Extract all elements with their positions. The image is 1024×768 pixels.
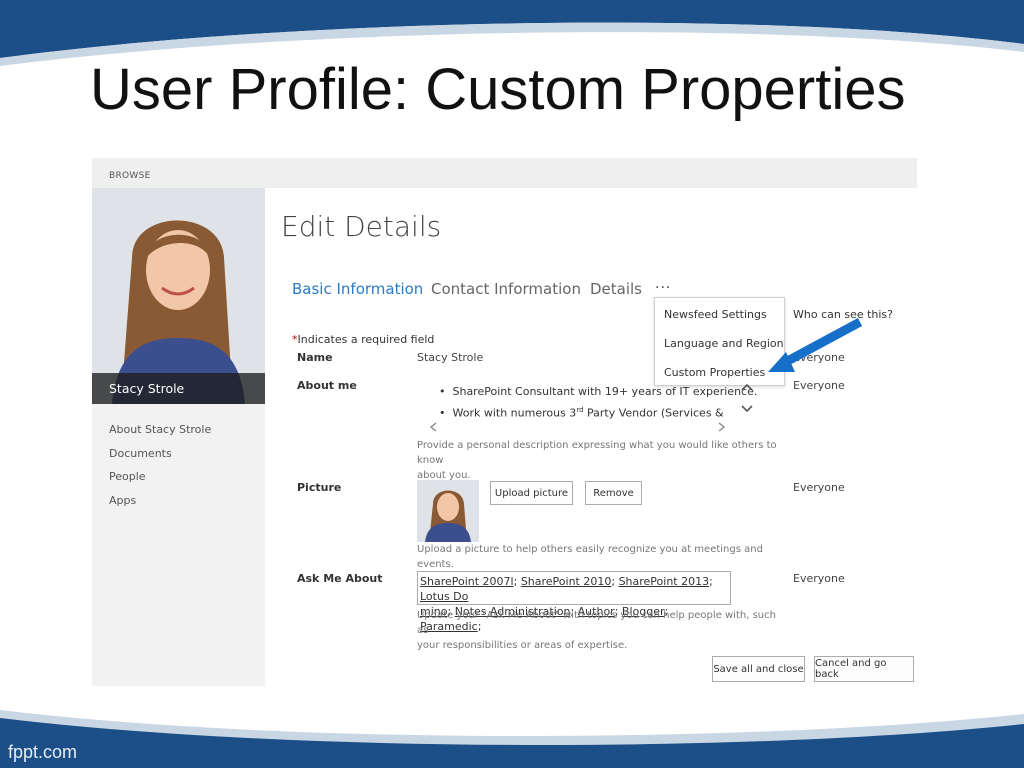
about-label: About me (297, 379, 357, 392)
tab-basic-information[interactable]: Basic Information (292, 280, 423, 298)
ask-me-about-label: Ask Me About (297, 572, 383, 585)
profile-photo: Stacy Strole (92, 188, 265, 404)
profile-name: Stacy Strole (109, 381, 185, 396)
ask-privacy[interactable]: Everyone (793, 572, 845, 585)
remove-picture-button[interactable]: Remove (585, 481, 642, 505)
menu-item-language-region[interactable]: Language and Region (664, 337, 784, 350)
cancel-and-go-back-button[interactable]: Cancel and go back (814, 656, 914, 682)
picture-privacy[interactable]: Everyone (793, 481, 845, 494)
ask-me-about-input[interactable]: SharePoint 2007l; SharePoint 2010; Share… (417, 571, 731, 633)
ribbon-bar: BROWSE (92, 158, 917, 188)
slide-bottom-band (0, 710, 1024, 768)
ask-tag[interactable]: SharePoint 2007l (420, 575, 514, 588)
more-tabs-button[interactable]: ... (655, 276, 671, 292)
about-privacy[interactable]: Everyone (793, 379, 845, 392)
about-vertical-scrollbar[interactable] (739, 380, 755, 420)
nav-item-documents[interactable]: Documents (109, 447, 172, 460)
scroll-down-icon (741, 405, 753, 413)
nav-item-people[interactable]: People (109, 470, 146, 483)
upload-picture-button[interactable]: Upload picture (490, 481, 573, 505)
privacy-column-header: Who can see this? (793, 308, 894, 321)
profile-name-overlay: Stacy Strole (92, 373, 265, 404)
slide-title: User Profile: Custom Properties (90, 57, 906, 122)
scroll-up-icon (741, 383, 753, 391)
about-me-content: • SharePoint Consultant with 19+ years o… (439, 383, 757, 423)
save-all-and-close-button[interactable]: Save all and close (712, 656, 805, 682)
ask-tag[interactable]: Lotus Do (420, 590, 468, 603)
ribbon-browse-tab[interactable]: BROWSE (109, 171, 151, 181)
ask-help-text: Update your "Ask Me About" with topics y… (417, 610, 776, 651)
name-label: Name (297, 351, 333, 364)
footer-logo-text: fppt.com (8, 742, 78, 762)
required-field-note: *Indicates a required field (292, 333, 434, 346)
ask-tag[interactable]: SharePoint 2010 (521, 575, 612, 588)
more-tabs-dropdown: Newsfeed Settings Language and Region Cu… (654, 297, 785, 386)
nav-item-apps[interactable]: Apps (109, 494, 136, 507)
about-help-text: Provide a personal description expressin… (417, 440, 777, 481)
page-heading: Edit Details (281, 210, 442, 243)
picture-thumbnail (417, 480, 479, 542)
left-navigation: Stacy Strole About Stacy Strole Document… (92, 188, 265, 686)
about-horizontal-scrollbar[interactable] (417, 420, 737, 434)
required-note-text: Indicates a required field (297, 333, 435, 346)
sharepoint-screenshot: BROWSE Stacy Strole About Stacy Strole D… (92, 158, 917, 686)
tab-details[interactable]: Details (590, 280, 642, 298)
ask-tag[interactable]: SharePoint 2013 (619, 575, 710, 588)
edit-details-panel: Edit Details Basic Information Contact I… (265, 188, 917, 686)
profile-photo-image (92, 188, 265, 404)
name-privacy[interactable]: Everyone (793, 351, 845, 364)
picture-thumbnail-image (417, 480, 479, 542)
picture-label: Picture (297, 481, 342, 494)
about-bullet-1: • SharePoint Consultant with 19+ years o… (439, 385, 758, 398)
tab-contact-information[interactable]: Contact Information (431, 280, 581, 298)
scroll-right-icon (718, 422, 726, 432)
name-value: Stacy Strole (417, 351, 484, 364)
menu-item-newsfeed-settings[interactable]: Newsfeed Settings (664, 308, 767, 321)
menu-item-custom-properties[interactable]: Custom Properties (664, 366, 765, 379)
nav-item-about[interactable]: About Stacy Strole (109, 423, 211, 436)
picture-help-text: Upload a picture to help others easily r… (417, 544, 763, 570)
scroll-left-icon (429, 422, 437, 432)
